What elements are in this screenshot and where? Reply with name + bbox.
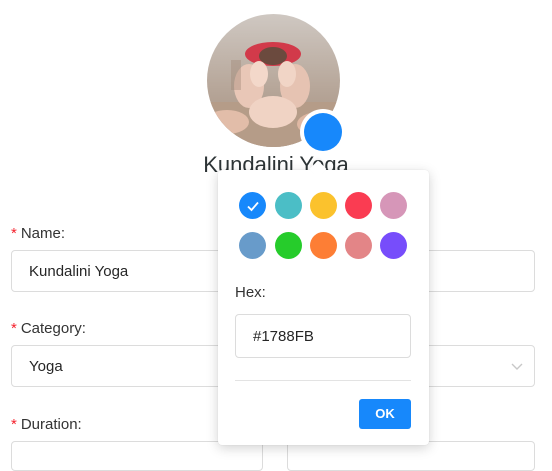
duration-label: * Duration: <box>11 416 82 433</box>
hex-label: Hex: <box>235 284 266 301</box>
color-swatch-pink[interactable] <box>380 192 407 219</box>
hex-input-value: #1788FB <box>253 328 314 345</box>
color-swatch-red[interactable] <box>345 192 372 219</box>
avatar-color-swatch <box>304 113 342 151</box>
avatar-color-button[interactable] <box>300 109 346 155</box>
color-picker-popover: Hex: #1788FB OK <box>218 160 429 445</box>
duration-hours-select[interactable] <box>11 441 263 471</box>
color-swatch-purple[interactable] <box>380 232 407 259</box>
duration-fields <box>11 441 535 471</box>
check-icon <box>246 201 259 211</box>
color-swatch-rose[interactable] <box>345 232 372 259</box>
color-swatch-teal[interactable] <box>275 192 302 219</box>
color-swatch-orange[interactable] <box>310 232 337 259</box>
duration-minutes-select[interactable] <box>287 441 535 471</box>
divider <box>235 380 411 381</box>
name-label: * Name: <box>11 225 65 242</box>
category-label-text: Category: <box>20 320 86 337</box>
category-select-value: Yoga <box>29 358 63 375</box>
ok-button[interactable]: OK <box>359 399 411 429</box>
required-mark: * <box>11 416 17 433</box>
duration-label-text: Duration: <box>20 416 82 433</box>
category-label: * Category: <box>11 320 86 337</box>
required-mark: * <box>11 320 17 337</box>
required-mark: * <box>11 225 17 242</box>
name-label-text: Name: <box>20 225 66 242</box>
chevron-down-icon <box>511 363 523 370</box>
color-swatch-yellow[interactable] <box>310 192 337 219</box>
name-input-value: Kundalini Yoga <box>29 263 129 280</box>
color-swatch-steel-blue[interactable] <box>239 232 266 259</box>
color-swatch-green[interactable] <box>275 232 302 259</box>
color-swatch-blue[interactable] <box>239 192 266 219</box>
hex-input[interactable]: #1788FB <box>235 314 411 358</box>
